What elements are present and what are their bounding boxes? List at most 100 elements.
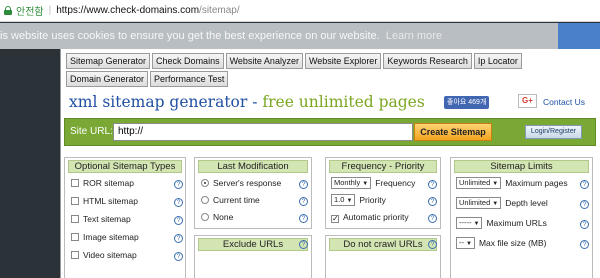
server-response-option[interactable]: Server's response	[201, 176, 281, 191]
help-icon[interactable]: ?	[174, 252, 183, 261]
page-title: xml sitemap generator - free unlimited p…	[69, 93, 594, 111]
depth-level-row: Unlimited ▼ Depth level	[456, 196, 548, 211]
current-time-label: Current time	[213, 195, 260, 205]
optional-types-panel: Optional Sitemap Types ROR sitemap ? HTM…	[64, 157, 186, 278]
login-register-button[interactable]: Login/Register	[525, 125, 582, 139]
video-sitemap-option[interactable]: Video sitemap	[71, 248, 137, 263]
cookie-accept-button[interactable]	[558, 23, 600, 49]
none-option[interactable]: None	[201, 210, 233, 225]
facebook-like-button[interactable]: 좋아요 469개	[444, 96, 490, 109]
help-icon[interactable]: ?	[428, 214, 437, 223]
optional-types-title: Optional Sitemap Types	[68, 160, 182, 173]
help-icon[interactable]: ?	[299, 197, 308, 206]
max-pages-select[interactable]: Unlimited ▼	[456, 177, 502, 189]
help-icon[interactable]: ?	[580, 240, 589, 249]
help-icon[interactable]: ?	[174, 198, 183, 207]
frequency-select[interactable]: Monthly ▼	[331, 177, 372, 189]
url-path[interactable]: /sitemap/	[199, 5, 240, 16]
help-icon[interactable]: ?	[299, 240, 308, 249]
do-not-crawl-panel: Do not crawl URLs ?	[325, 235, 441, 278]
none-radio[interactable]	[201, 213, 209, 221]
max-file-size-row: -- ▼ Max file size (MB)	[456, 236, 547, 251]
text-sitemap-option[interactable]: Text sitemap	[71, 212, 131, 227]
html-sitemap-option[interactable]: HTML sitemap	[71, 194, 138, 209]
frequency-priority-title: Frequency - Priority	[329, 160, 437, 173]
facebook-like-label: 좋아요 469개	[447, 99, 487, 106]
nav-keywords-research[interactable]: Keywords Research	[383, 53, 472, 69]
ror-sitemap-option[interactable]: ROR sitemap	[71, 176, 134, 191]
site-url-input[interactable]: http://	[113, 123, 413, 141]
sitemap-limits-title: Sitemap Limits	[454, 160, 589, 173]
nav-website-analyzer[interactable]: Website Analyzer	[225, 53, 303, 69]
chevron-down-icon: ▼	[362, 181, 369, 187]
nav-performance-test[interactable]: Performance Test	[150, 71, 229, 87]
help-icon[interactable]: ?	[174, 180, 183, 189]
help-icon[interactable]: ?	[174, 234, 183, 243]
url-host[interactable]: https://www.check-domains.com	[56, 5, 199, 16]
help-icon[interactable]: ?	[299, 214, 308, 223]
sitemap-limits-panel: Sitemap Limits Unlimited ▼ Maximum pages ?…	[450, 157, 593, 278]
automatic-priority-checkbox[interactable]	[331, 215, 339, 223]
frequency-row: Monthly ▼ Frequency	[331, 176, 415, 191]
server-response-radio[interactable]	[201, 179, 209, 187]
ror-checkbox[interactable]	[71, 179, 79, 187]
frequency-label: Frequency	[375, 178, 416, 188]
nav-website-explorer[interactable]: Website Explorer	[304, 53, 382, 69]
max-urls-label: Maximum URLs	[486, 218, 547, 228]
page-header: xml sitemap generator - free unlimited p…	[69, 93, 594, 115]
priority-value: 1.0	[334, 195, 345, 204]
cookie-banner: is website uses cookies to ensure you ge…	[0, 23, 600, 49]
help-icon[interactable]: ?	[428, 180, 437, 189]
frequency-priority-panel: Frequency - Priority Monthly ▼ Frequency ?…	[325, 157, 441, 229]
help-icon[interactable]: ?	[174, 216, 183, 225]
depth-level-value: Unlimited	[459, 198, 491, 207]
title-dash: -	[247, 93, 263, 111]
image-checkbox[interactable]	[71, 233, 79, 241]
max-pages-row: Unlimited ▼ Maximum pages	[456, 176, 568, 191]
chevron-down-icon: ▼	[466, 241, 472, 247]
lock-icon	[4, 6, 12, 15]
title-sub: free unlimited pages	[262, 93, 425, 111]
last-modification-title: Last Modification	[198, 160, 308, 173]
contact-us-link[interactable]: Contact Us	[543, 97, 585, 107]
learn-more-link[interactable]: Learn more	[386, 30, 442, 42]
image-label: Image sitemap	[83, 232, 139, 242]
chevron-down-icon: ▼	[492, 181, 499, 187]
ror-label: ROR sitemap	[83, 178, 135, 188]
help-icon[interactable]: ?	[580, 180, 589, 189]
google-plus-icon[interactable]: G+	[518, 94, 537, 108]
help-icon[interactable]: ?	[580, 200, 589, 209]
text-checkbox[interactable]	[71, 215, 79, 223]
text-label: Text sitemap	[83, 214, 131, 224]
video-checkbox[interactable]	[71, 251, 79, 259]
depth-level-select[interactable]: Unlimited ▼	[456, 197, 502, 209]
frequency-value: Monthly	[334, 178, 361, 187]
max-file-size-label: Max file size (MB)	[478, 238, 547, 248]
help-icon[interactable]: ?	[428, 197, 437, 206]
priority-select[interactable]: 1.0 ▼	[331, 194, 356, 206]
nav-sitemap-generator[interactable]: Sitemap Generator	[66, 53, 151, 69]
html-checkbox[interactable]	[71, 197, 79, 205]
exclude-urls-panel: Exclude URLs ?	[194, 235, 312, 278]
help-icon[interactable]: ?	[428, 240, 437, 249]
nav-ip-locator[interactable]: Ip Locator	[473, 53, 522, 69]
help-icon[interactable]: ?	[299, 180, 308, 189]
automatic-priority-option[interactable]: Automatic priority	[331, 210, 409, 225]
max-pages-label: Maximum pages	[505, 178, 568, 188]
current-time-option[interactable]: Current time	[201, 193, 260, 208]
chevron-down-icon: ▼	[492, 201, 499, 207]
browser-address-bar[interactable]: 안전함 | https://www.check-domains.com/site…	[0, 0, 600, 22]
image-sitemap-option[interactable]: Image sitemap	[71, 230, 139, 245]
depth-level-label: Depth level	[505, 198, 548, 208]
site-url-bar: Site URL: http:// Create Sitemap Login/R…	[64, 118, 596, 146]
nav-domain-generator[interactable]: Domain Generator	[66, 71, 149, 87]
max-file-size-select[interactable]: -- ▼	[456, 237, 475, 249]
help-icon[interactable]: ?	[580, 220, 589, 229]
current-time-radio[interactable]	[201, 196, 209, 204]
create-sitemap-button[interactable]: Create Sitemap	[414, 123, 492, 141]
cookie-message: is website uses cookies to ensure you ge…	[0, 30, 380, 42]
site-url-label: Site URL:	[70, 126, 113, 137]
nav-check-domains[interactable]: Check Domains	[152, 53, 224, 69]
max-urls-select[interactable]: ----- ▼	[456, 217, 483, 229]
max-urls-value: -----	[459, 218, 472, 227]
